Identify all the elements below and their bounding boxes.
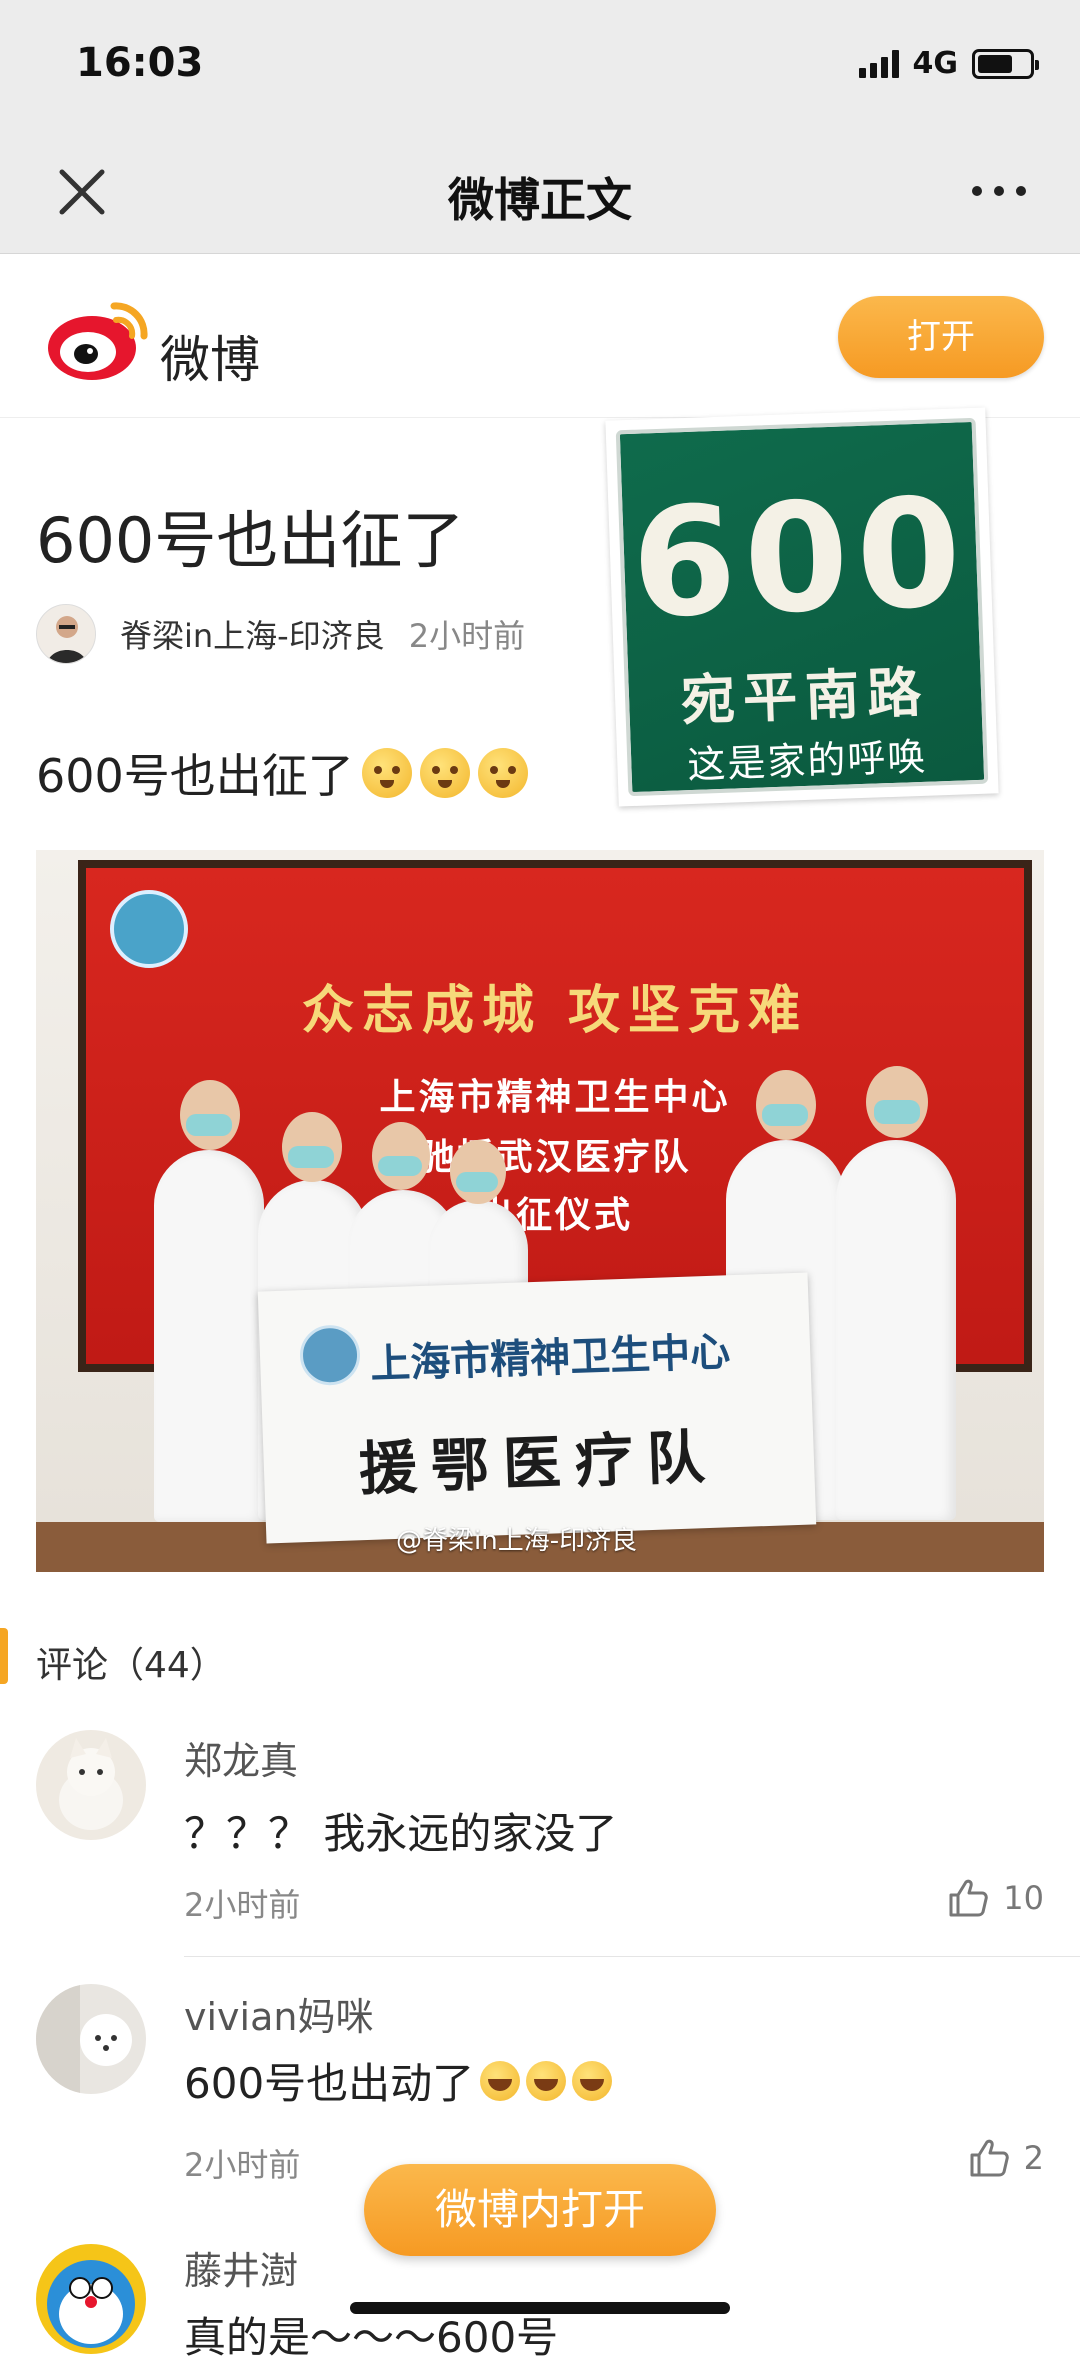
brand-name: 微博 bbox=[160, 331, 260, 389]
emoji-icon bbox=[419, 748, 470, 798]
emoji-icon bbox=[361, 748, 412, 798]
thumbs-up-icon bbox=[970, 2139, 1009, 2177]
open-app-button[interactable]: 打开 bbox=[838, 296, 1044, 378]
banner-hospital-name: 上海市精神卫生中心 bbox=[369, 1328, 731, 1388]
person-figure bbox=[154, 1150, 264, 1522]
post-title: 600号也出征了 bbox=[36, 504, 465, 577]
avatar[interactable] bbox=[36, 1984, 146, 2094]
comment-time: 2小时前 bbox=[184, 1886, 301, 1924]
banner-team-name: 援鄂医疗队 bbox=[357, 1422, 720, 1504]
comment-item[interactable]: 郑龙真 ？？？ 我永远的家没了 2小时前 10 bbox=[0, 1730, 1080, 1990]
hospital-logo-icon bbox=[110, 890, 188, 968]
more-icon[interactable] bbox=[972, 186, 1026, 196]
comment-username[interactable]: 郑龙真 bbox=[184, 1730, 298, 1785]
face-mask bbox=[456, 1172, 498, 1192]
page-title: 微博正文 bbox=[448, 173, 632, 227]
weibo-logo-icon bbox=[48, 302, 148, 380]
post-body: 600号也出征了 bbox=[36, 740, 528, 806]
laugh-emoji-icon bbox=[526, 2060, 567, 2101]
status-bar: 16:03 4G bbox=[0, 0, 1080, 136]
thumbs-up-icon bbox=[949, 1879, 989, 1917]
like-count: 10 bbox=[1003, 1879, 1044, 1917]
signal-icon bbox=[858, 49, 899, 78]
team-banner: 上海市精神卫生中心 援鄂医疗队 bbox=[257, 1272, 817, 1544]
brand-bar: 微博 打开 bbox=[0, 254, 1080, 418]
face-mask bbox=[186, 1114, 232, 1136]
network-label: 4G bbox=[912, 46, 959, 81]
comment-text: 600号也出动了 bbox=[184, 2050, 613, 2111]
face-mask bbox=[378, 1156, 422, 1176]
author-row[interactable]: 脊梁in上海-印济良 2小时前 bbox=[36, 604, 525, 664]
hospital-logo-icon bbox=[299, 1324, 362, 1387]
home-indicator[interactable] bbox=[350, 2302, 730, 2314]
nav-bar: 微博正文 bbox=[0, 136, 1080, 254]
board-slogan: 众志成城 攻坚克难 bbox=[301, 980, 809, 1041]
status-time: 16:03 bbox=[76, 40, 204, 86]
avatar[interactable] bbox=[36, 1730, 146, 1840]
divider bbox=[184, 1956, 1080, 1957]
street-sign-image[interactable]: 600 宛平南路 这是家的呼唤 bbox=[605, 407, 999, 807]
post-body-text: 600号也出征了 bbox=[36, 749, 354, 803]
status-icons: 4G bbox=[858, 46, 1039, 81]
laugh-emoji-icon bbox=[480, 2060, 521, 2101]
person-figure bbox=[836, 1140, 956, 1520]
comment-text-content: 600号也出动了 bbox=[184, 2059, 475, 2108]
comment-time: 2小时前 bbox=[184, 2146, 301, 2184]
comments-accent-bar bbox=[0, 1628, 8, 1684]
post-time: 2小时前 bbox=[408, 617, 526, 655]
comment-text: ？？？ 我永远的家没了 bbox=[184, 1809, 618, 1858]
comment-username[interactable]: vivian妈咪 bbox=[184, 1986, 373, 2041]
battery-icon bbox=[972, 48, 1039, 79]
face-mask bbox=[762, 1104, 808, 1126]
author-name[interactable]: 脊梁in上海-印济良 bbox=[120, 611, 385, 657]
sign-number: 600 bbox=[628, 466, 972, 652]
like-button[interactable]: 2 bbox=[968, 2138, 1044, 2178]
photo-watermark: @脊梁in上海-印济良 bbox=[396, 1526, 638, 1556]
comments-header[interactable]: 评论（44） bbox=[36, 1636, 226, 1688]
post-photo[interactable]: 众志成城 攻坚克难 上海市精神卫生中心 驰援武汉医疗队 出征仪式 上海市精神卫生… bbox=[36, 850, 1044, 1572]
sign-street: 宛平南路 bbox=[680, 660, 931, 733]
author-avatar[interactable] bbox=[36, 604, 96, 664]
like-button[interactable]: 10 bbox=[947, 1878, 1044, 1918]
open-in-weibo-button[interactable]: 微博内打开 bbox=[364, 2164, 716, 2256]
emoji-icon bbox=[477, 748, 528, 798]
comment-username[interactable]: 藤井澍 bbox=[184, 2240, 298, 2295]
face-mask bbox=[288, 1146, 334, 1168]
sign-caption: 这是家的呼唤 bbox=[686, 734, 929, 788]
like-count: 2 bbox=[1023, 2139, 1044, 2177]
laugh-emoji-icon bbox=[572, 2060, 613, 2101]
face-mask bbox=[874, 1100, 920, 1124]
